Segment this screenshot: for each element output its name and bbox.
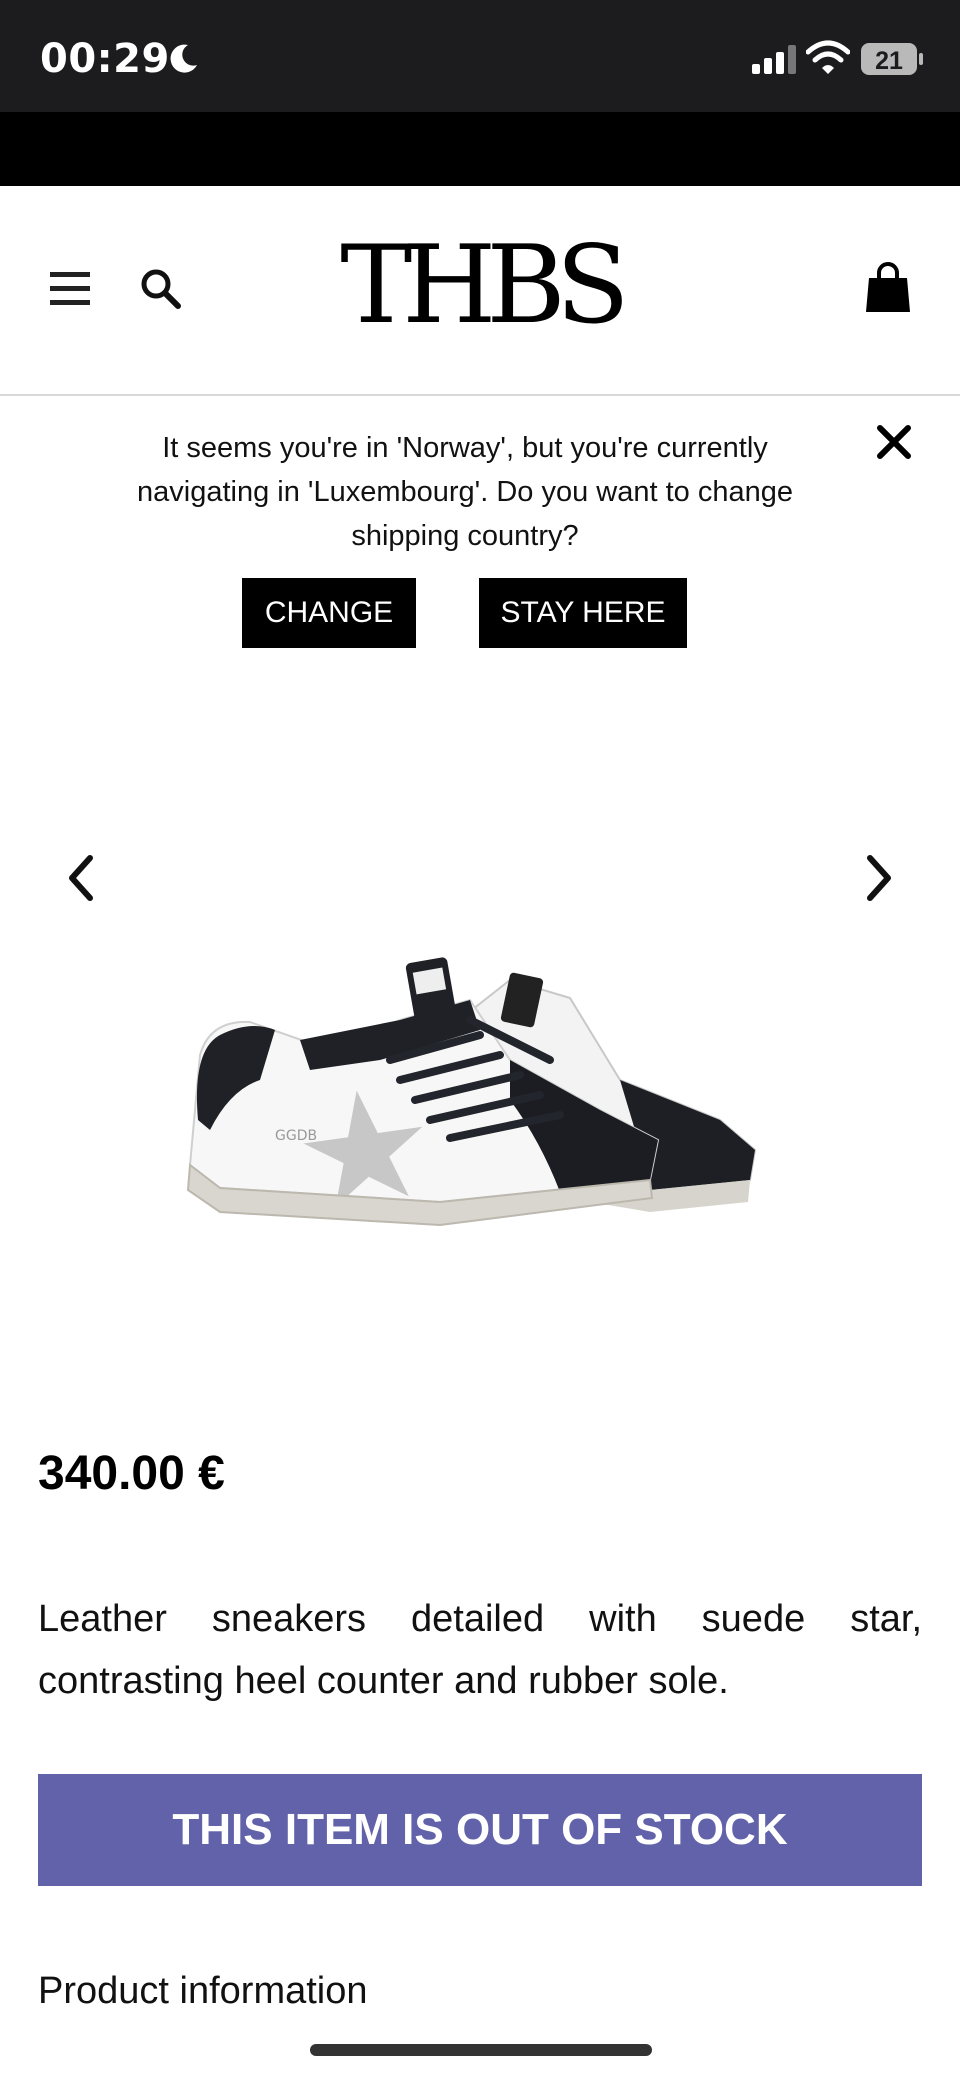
product-information-heading[interactable]: Product information [38,1970,368,2013]
chevron-left-icon[interactable] [60,850,106,906]
svg-text:GGDB: GGDB [275,1128,317,1144]
product-image: GGDB [186,957,757,1227]
top-band [0,112,960,186]
close-icon[interactable] [874,422,914,462]
signal-icon [752,45,796,74]
search-icon[interactable] [138,266,184,312]
menu-icon[interactable] [48,266,94,312]
product-gallery: GGDB [0,680,960,1380]
moon-icon [170,44,197,73]
product-description: Leather sneakers detailed with suede sta… [38,1598,922,1702]
site-logo[interactable]: THBS [320,226,640,346]
home-indicator[interactable] [310,2044,652,2056]
status-bar: 00:29 21 [0,0,960,112]
status-time: 00:29 [40,36,170,82]
out-of-stock-banner: THIS ITEM IS OUT OF STOCK [38,1774,922,1886]
country-banner: It seems you're in 'Norway', but you're … [0,396,960,666]
bag-icon[interactable] [864,262,912,314]
wifi-icon [806,40,850,74]
battery-level: 21 [875,47,903,75]
stay-here-button[interactable]: STAY HERE [479,578,687,648]
site-header: THBS [0,186,960,396]
country-banner-message: It seems you're in 'Norway', but you're … [137,432,793,552]
chevron-right-icon[interactable] [854,850,900,906]
battery-icon: 21 [861,43,923,75]
change-country-button[interactable]: CHANGE [242,578,416,648]
product-price: 340.00 € [38,1447,225,1500]
